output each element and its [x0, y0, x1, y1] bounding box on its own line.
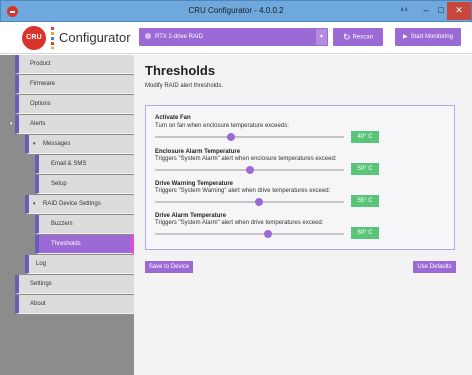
setting-description: Triggers "System Alarm" alert when drive… [155, 220, 324, 226]
app-name: Configurator [59, 30, 131, 45]
setting-title: Activate Fan [155, 115, 191, 121]
drive-alarm-slider[interactable] [155, 230, 344, 238]
enclosure-alarm-slider[interactable] [155, 166, 344, 174]
sidebar-item-label: Alerts [30, 121, 46, 127]
sidebar-item-about[interactable]: About [15, 295, 134, 314]
sidebar-item-setup[interactable]: Setup [35, 175, 134, 194]
sidebar-item-raid-device-settings[interactable]: ▾ RAID Device Settings [25, 195, 134, 214]
sidebar-item-label: Firmware [30, 81, 55, 87]
chevron-down-icon[interactable]: ▾ [316, 29, 327, 45]
refresh-icon: ↻ [343, 32, 351, 42]
play-icon: ▶ [403, 34, 408, 40]
restore-icon[interactable]: ⁴⁴ [397, 2, 411, 20]
sidebar-item-thresholds[interactable]: Thresholds [35, 235, 134, 254]
sidebar-item-messages[interactable]: ▾ Messages [25, 135, 134, 154]
minimize-button[interactable]: – [419, 2, 433, 20]
sidebar-item-options[interactable]: Options [15, 95, 134, 114]
setting-description: Turn on fan when enclosure temperature e… [155, 123, 289, 129]
sidebar-item-label: Thresholds [51, 241, 81, 247]
page-title: Thresholds [145, 63, 216, 78]
temperature-badge: 55° C [351, 195, 379, 207]
setting-description: Triggers "System Alarm" alert when enclo… [155, 156, 337, 162]
fan-temperature-slider[interactable] [155, 133, 344, 141]
monitor-label: Start Monitoring [410, 34, 453, 40]
logo-divider [51, 27, 54, 49]
sidebar-item-label: Options [30, 101, 51, 107]
sidebar-item-email-sms[interactable]: Email & SMS [35, 155, 134, 174]
sidebar: Product Firmware Options ▾ Alerts ▾ Messag… [0, 55, 134, 375]
sidebar-item-label: Settings [30, 281, 52, 287]
sidebar-item-buzzers[interactable]: Buzzers [35, 215, 134, 234]
page-subtitle: Modify RAID alert thresholds. [145, 83, 224, 89]
title-bar: CRU Configurator - 4.0.0.2 ⁴⁴ – □ ✕ [0, 0, 472, 22]
slider-handle[interactable] [245, 166, 254, 174]
rescan-button[interactable]: ↻ Rescan [333, 28, 383, 46]
slider-handle[interactable] [254, 198, 263, 206]
sidebar-item-label: Setup [51, 181, 67, 187]
close-button[interactable]: ✕ [447, 2, 471, 20]
chevron-down-icon: ▾ [33, 201, 36, 207]
device-select[interactable]: RTX 2-drive RAID [139, 28, 328, 46]
sidebar-item-product[interactable]: Product [15, 55, 134, 74]
temperature-badge: 60° C [351, 227, 379, 239]
use-defaults-button[interactable]: Use Defaults [413, 261, 456, 273]
sidebar-item-label: About [30, 301, 46, 307]
sidebar-item-firmware[interactable]: Firmware [15, 75, 134, 94]
maximize-button[interactable]: □ [434, 2, 448, 20]
sidebar-item-label: Messages [43, 141, 71, 147]
sidebar-item-settings[interactable]: Settings [15, 275, 134, 294]
chevron-down-icon: ▾ [10, 121, 13, 127]
setting-title: Enclosure Alarm Temperature [155, 149, 241, 155]
sidebar-item-label: Buzzers [51, 221, 73, 227]
save-to-device-button[interactable]: Save to Device [145, 261, 193, 273]
sidebar-item-label: Log [36, 261, 47, 267]
sidebar-item-label: RAID Device Settings [43, 201, 101, 207]
temperature-badge: 50° C [351, 163, 379, 175]
slider-handle[interactable] [226, 133, 235, 141]
device-select-value: RTX 2-drive RAID [155, 34, 203, 40]
sidebar-item-alerts[interactable]: ▾ Alerts [10, 115, 134, 134]
cru-logo: CRU [22, 26, 46, 50]
rescan-label: Rescan [352, 34, 373, 41]
sidebar-item-label: Email & SMS [51, 161, 87, 167]
setting-description: Triggers "System Warning" alert when dri… [155, 188, 331, 194]
temperature-badge: 40° C [351, 131, 379, 143]
sidebar-item-log[interactable]: Log [25, 255, 134, 274]
drive-warning-slider[interactable] [155, 198, 344, 206]
sidebar-item-label: Product [30, 61, 51, 67]
chevron-down-icon: ▾ [33, 141, 36, 147]
device-status-icon [145, 32, 151, 39]
start-monitoring-button[interactable]: ▶ Start Monitoring [395, 28, 461, 46]
setting-title: Drive Warning Temperature [155, 181, 234, 187]
setting-title: Drive Alarm Temperature [155, 213, 227, 219]
